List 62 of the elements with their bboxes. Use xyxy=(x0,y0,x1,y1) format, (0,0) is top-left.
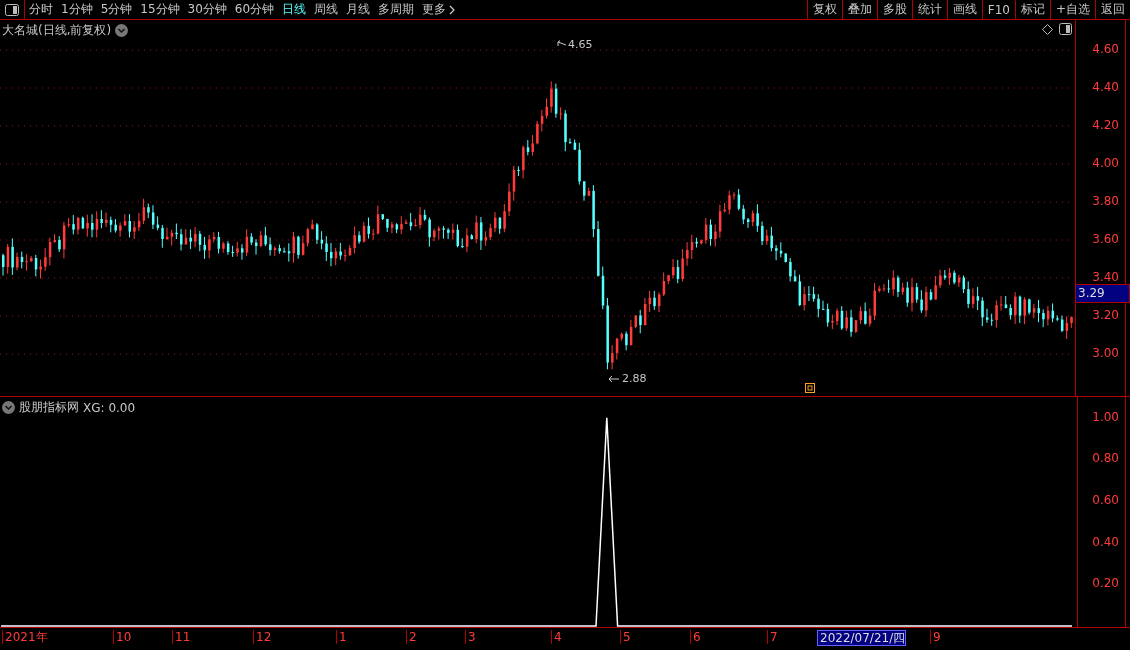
date-label: 9 xyxy=(930,630,941,644)
toolbar-button[interactable]: 画线 xyxy=(946,0,982,19)
date-label: 4 xyxy=(551,630,562,644)
axis-label: 4.60 xyxy=(1092,42,1119,56)
toolbar-button[interactable]: +自选 xyxy=(1049,0,1095,19)
period-tab[interactable]: 5分钟 xyxy=(96,0,137,19)
square-marker-icon[interactable] xyxy=(805,383,815,393)
period-tab[interactable]: 月线 xyxy=(342,0,375,19)
axis-label: 3.00 xyxy=(1092,346,1119,360)
low-price-label: 2.88 xyxy=(622,372,647,385)
diamond-icon[interactable] xyxy=(1042,24,1053,35)
period-tab[interactable]: 15分钟 xyxy=(136,0,184,19)
axis-label: 3.40 xyxy=(1092,270,1119,284)
period-tab[interactable]: 分时 xyxy=(25,0,57,19)
date-label: 1 xyxy=(336,630,347,644)
date-label: 12 xyxy=(253,630,272,644)
toolbar-button[interactable]: 复权 xyxy=(806,0,842,19)
period-tab[interactable]: 60分钟 xyxy=(230,0,279,19)
date-label: 10 xyxy=(113,630,132,644)
axis-label: 4.40 xyxy=(1092,80,1119,94)
date-label: 5 xyxy=(620,630,631,644)
axis-label: 0.60 xyxy=(1092,493,1119,508)
period-tab[interactable]: 30分钟 xyxy=(183,0,231,19)
toolbar-button[interactable]: 返回 xyxy=(1095,0,1130,19)
toolbar-button[interactable]: 统计 xyxy=(911,0,947,19)
indicator-title: 股朋指标网 xyxy=(19,399,79,416)
period-tab[interactable]: 日线 xyxy=(278,0,311,19)
toolbar-button[interactable]: 多股 xyxy=(876,0,912,19)
axis-label: 3.60 xyxy=(1092,232,1119,246)
axis-label: 0.20 xyxy=(1092,576,1119,591)
period-tab[interactable]: 1分钟 xyxy=(57,0,97,19)
axis-label: 0.40 xyxy=(1092,534,1119,549)
high-price-label: 4.65 xyxy=(568,38,593,51)
more-menu[interactable]: 更多 xyxy=(418,0,460,19)
date-label: 2022/07/21/四 xyxy=(817,630,907,646)
panel-toggle-icon[interactable] xyxy=(5,3,19,16)
arrow-icon xyxy=(608,375,620,383)
axis-label: 3.20 xyxy=(1092,308,1119,322)
date-label: 11 xyxy=(172,630,191,644)
axis-label: 3.80 xyxy=(1092,194,1119,208)
dropdown-icon[interactable] xyxy=(2,401,15,414)
date-label: 6 xyxy=(690,630,701,644)
toolbar-button[interactable]: 标记 xyxy=(1014,0,1050,19)
period-tab[interactable]: 多周期 xyxy=(374,0,419,19)
axis-label: 4.20 xyxy=(1092,118,1119,132)
toolbar-button[interactable]: F10 xyxy=(981,0,1015,19)
indicator-reading: XG: 0.00 xyxy=(83,400,136,415)
chart-title: 大名城(日线,前复权) xyxy=(2,22,112,39)
period-tab[interactable]: 周线 xyxy=(310,0,343,19)
date-label: 2021年 xyxy=(2,630,48,644)
chevron-right-icon xyxy=(449,4,456,15)
arrow-icon xyxy=(555,40,567,48)
axis-label: 4.00 xyxy=(1092,156,1119,170)
date-label: 7 xyxy=(767,630,778,644)
date-label: 3 xyxy=(465,630,476,644)
axis-label: 0.80 xyxy=(1092,451,1119,466)
date-label: 2 xyxy=(406,630,417,644)
panel-toggle-icon[interactable] xyxy=(1059,23,1072,35)
last-price-tag: 3.29 xyxy=(1075,284,1130,303)
toolbar-button[interactable]: 叠加 xyxy=(841,0,877,19)
dropdown-icon[interactable] xyxy=(115,24,129,37)
axis-label: 1.00 xyxy=(1092,409,1119,424)
